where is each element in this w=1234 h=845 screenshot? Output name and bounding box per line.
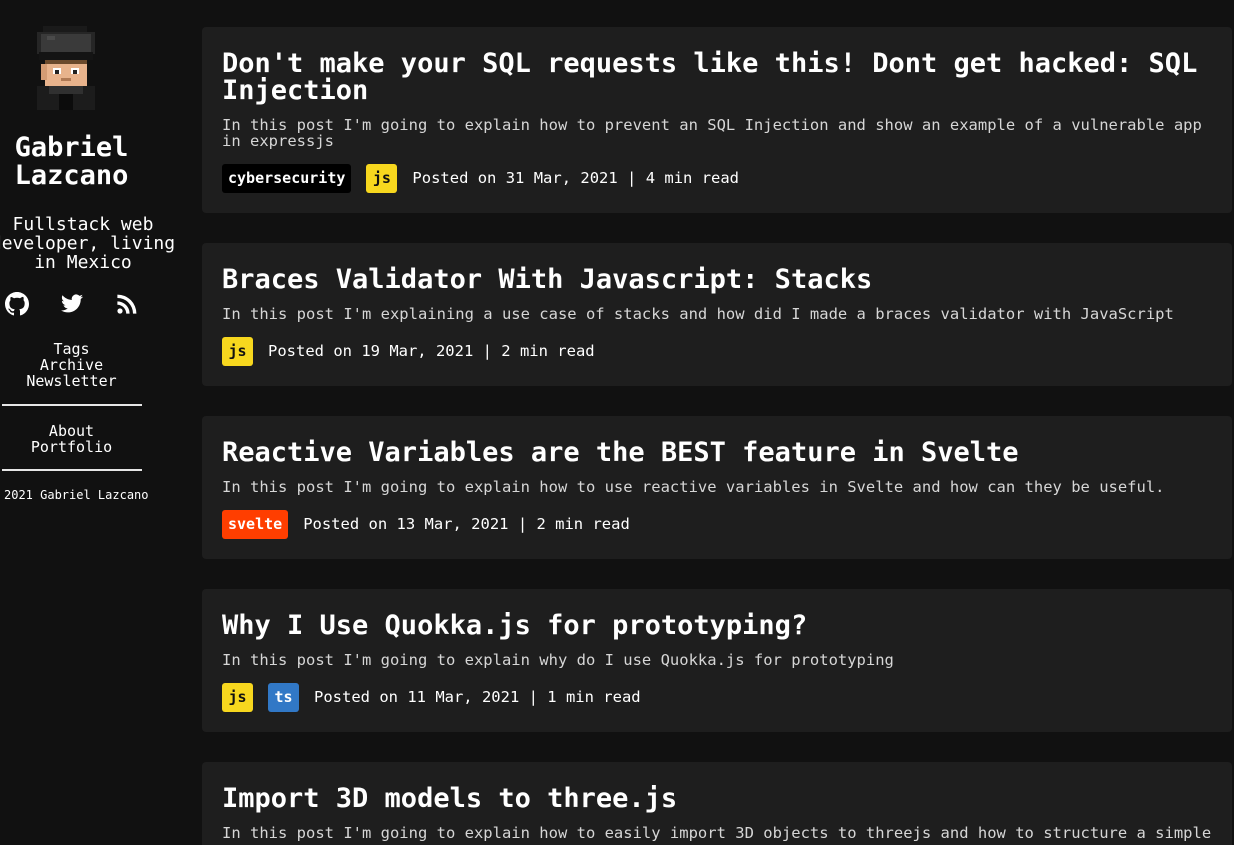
post-card[interactable]: Why I Use Quokka.js for prototyping? In … <box>202 589 1232 732</box>
nav-link-newsletter[interactable]: Newsletter <box>0 373 143 389</box>
post-title[interactable]: Import 3D models to three.js <box>222 785 1212 812</box>
nav-link-about[interactable]: About <box>0 423 143 439</box>
tag-js[interactable]: js <box>222 336 253 366</box>
secondary-nav: About Portfolio <box>0 423 143 455</box>
post-meta: js ts Posted on 11 Mar, 2021 | 1 min rea… <box>222 682 641 712</box>
post-date-readtime: Posted on 11 Mar, 2021 | 1 min read <box>314 688 641 706</box>
post-title[interactable]: Braces Validator With Javascript: Stacks <box>222 266 1212 293</box>
divider <box>2 469 142 471</box>
nav-link-archive[interactable]: Archive <box>0 357 143 373</box>
rss-icon[interactable] <box>115 292 139 316</box>
avatar[interactable] <box>31 26 101 110</box>
primary-nav: Tags Archive Newsletter <box>0 341 143 389</box>
post-title[interactable]: Why I Use Quokka.js for prototyping? <box>222 612 1212 639</box>
post-card[interactable]: Braces Validator With Javascript: Stacks… <box>202 243 1232 386</box>
nav-link-portfolio[interactable]: Portfolio <box>0 439 143 455</box>
tag-ts[interactable]: ts <box>268 682 299 712</box>
tag-svelte[interactable]: svelte <box>222 509 289 539</box>
post-card[interactable]: Don't make your SQL requests like this! … <box>202 27 1232 213</box>
tag-js[interactable]: js <box>366 163 398 193</box>
post-title[interactable]: Reactive Variables are the BEST feature … <box>222 439 1212 466</box>
post-meta: svelte Posted on 13 Mar, 2021 | 2 min re… <box>222 509 630 539</box>
post-description: In this post I'm going to explain how to… <box>222 478 1165 496</box>
github-icon[interactable] <box>5 292 29 316</box>
post-date-readtime: Posted on 19 Mar, 2021 | 2 min read <box>268 342 595 360</box>
post-description: In this post I'm going to explain how to… <box>222 825 1212 841</box>
post-description: In this post I'm going to explain why do… <box>222 651 894 669</box>
site-name[interactable]: Gabriel Lazcano <box>0 134 143 190</box>
sidebar: Gabriel Lazcano Fullstack web developer,… <box>0 0 186 845</box>
post-list: Don't make your SQL requests like this! … <box>202 0 1232 845</box>
bio-text: Fullstack web developer, living in Mexic… <box>0 214 176 273</box>
twitter-icon[interactable] <box>60 292 84 316</box>
copyright: 2021 Gabriel Lazcano <box>4 488 149 502</box>
nav-link-tags[interactable]: Tags <box>0 341 143 357</box>
post-description: In this post I'm going to explain how to… <box>222 116 1202 150</box>
divider <box>2 404 142 406</box>
post-meta: js Posted on 19 Mar, 2021 | 2 min read <box>222 336 595 366</box>
tag-cybersecurity[interactable]: cybersecurity <box>222 163 352 193</box>
post-date-readtime: Posted on 31 Mar, 2021 | 4 min read <box>412 169 740 187</box>
post-card[interactable]: Import 3D models to three.js In this pos… <box>202 762 1232 845</box>
social-links <box>0 292 143 318</box>
post-description: In this post I'm explaining a use case o… <box>222 305 1174 323</box>
tag-js[interactable]: js <box>222 682 253 712</box>
post-date-readtime: Posted on 13 Mar, 2021 | 2 min read <box>303 515 630 533</box>
post-meta: cybersecurity js Posted on 31 Mar, 2021 … <box>222 163 739 193</box>
post-card[interactable]: Reactive Variables are the BEST feature … <box>202 416 1232 559</box>
post-title[interactable]: Don't make your SQL requests like this! … <box>222 50 1212 104</box>
